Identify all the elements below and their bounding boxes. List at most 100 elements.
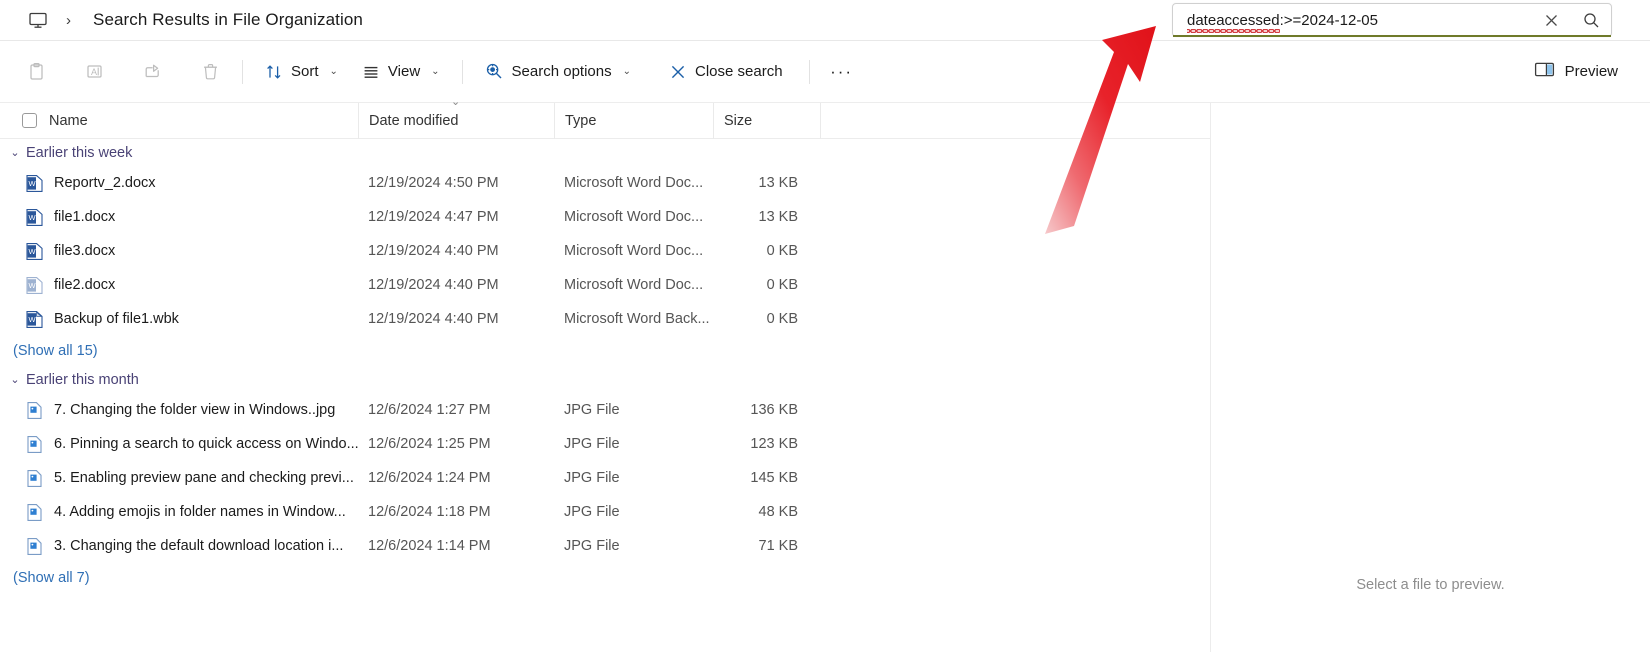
search-box[interactable]: dateaccessed:>=2024-12-05 bbox=[1172, 3, 1612, 37]
paste-icon[interactable] bbox=[14, 54, 58, 90]
file-name: file3.docx bbox=[54, 243, 116, 259]
title-bar: › Search Results in File Organization da… bbox=[0, 0, 1650, 41]
group-header-earlier-this-month[interactable]: ⌄ Earlier this month bbox=[0, 366, 1210, 393]
command-bar: A Sort ⌄ View ⌄ Search options ⌄ Close s… bbox=[0, 41, 1650, 103]
svg-text:W: W bbox=[29, 213, 37, 222]
jpg-file-icon bbox=[26, 503, 43, 522]
file-name-cell: W file1.docx bbox=[0, 208, 358, 227]
column-header-type[interactable]: Type bbox=[554, 102, 713, 139]
view-icon bbox=[362, 63, 380, 81]
group-label: Earlier this month bbox=[26, 371, 139, 388]
file-name-cell: 6. Pinning a search to quick access on W… bbox=[0, 435, 358, 454]
preview-pane: Select a file to preview. bbox=[1210, 103, 1650, 652]
svg-text:W: W bbox=[29, 281, 37, 290]
file-name: 5. Enabling preview pane and checking pr… bbox=[54, 470, 354, 486]
file-type: Microsoft Word Doc... bbox=[564, 277, 704, 293]
file-type: JPG File bbox=[564, 436, 620, 452]
chevron-down-icon: ⌄ bbox=[622, 66, 632, 77]
table-row[interactable]: W file2.docx 12/19/2024 4:40 PM Microsof… bbox=[0, 268, 1210, 302]
file-size: 0 KB bbox=[766, 277, 798, 293]
file-date: 12/19/2024 4:50 PM bbox=[368, 175, 499, 191]
file-type: JPG File bbox=[564, 402, 620, 418]
view-button[interactable]: View ⌄ bbox=[350, 54, 452, 90]
file-type: Microsoft Word Doc... bbox=[564, 209, 704, 225]
table-row[interactable]: 7. Changing the folder view in Windows..… bbox=[0, 393, 1210, 427]
chevron-down-icon[interactable]: ⌄ bbox=[6, 146, 24, 159]
jpg-file-icon bbox=[26, 401, 43, 420]
jpg-file-icon bbox=[26, 469, 43, 488]
table-row[interactable]: W Reportv_2.docx 12/19/2024 4:50 PM Micr… bbox=[0, 166, 1210, 200]
show-all-link-month[interactable]: (Show all 7) bbox=[0, 563, 1210, 593]
search-input-text[interactable]: dateaccessed:>=2024-12-05 bbox=[1187, 12, 1378, 33]
file-name-cell: W file3.docx bbox=[0, 242, 358, 261]
jpg-file-icon bbox=[26, 435, 43, 454]
clear-search-icon[interactable] bbox=[1531, 4, 1571, 36]
rename-icon[interactable]: A bbox=[72, 54, 116, 90]
column-header-size[interactable]: Size bbox=[713, 102, 820, 139]
file-name-cell: W Reportv_2.docx bbox=[0, 174, 358, 193]
close-icon bbox=[669, 63, 687, 81]
column-header-date-modified[interactable]: ⌄ Date modified bbox=[358, 96, 554, 139]
svg-text:W: W bbox=[29, 247, 37, 256]
close-search-button[interactable]: Close search bbox=[657, 54, 795, 90]
show-all-link-week[interactable]: (Show all 15) bbox=[0, 336, 1210, 366]
word-doc-icon: W bbox=[26, 174, 43, 193]
column-header-name[interactable]: Name bbox=[0, 103, 358, 139]
file-name: 7. Changing the folder view in Windows..… bbox=[54, 402, 336, 418]
file-name-cell: W Backup of file1.wbk bbox=[0, 310, 358, 329]
sort-icon bbox=[265, 63, 283, 81]
table-row[interactable]: W Backup of file1.wbk 12/19/2024 4:40 PM… bbox=[0, 302, 1210, 336]
column-header-date-label: Date modified bbox=[369, 112, 459, 129]
file-name: file1.docx bbox=[54, 209, 116, 225]
search-options-button[interactable]: Search options ⌄ bbox=[473, 54, 643, 90]
file-date: 12/19/2024 4:40 PM bbox=[368, 243, 499, 259]
svg-text:W: W bbox=[29, 179, 37, 188]
file-date: 12/19/2024 4:40 PM bbox=[368, 311, 499, 327]
table-row[interactable]: W file1.docx 12/19/2024 4:47 PM Microsof… bbox=[0, 200, 1210, 234]
file-date: 12/6/2024 1:14 PM bbox=[368, 538, 491, 554]
file-name: 4. Adding emojis in folder names in Wind… bbox=[54, 504, 346, 520]
file-type: Microsoft Word Doc... bbox=[564, 175, 704, 191]
toolbar-divider-1 bbox=[242, 59, 243, 84]
delete-icon[interactable] bbox=[188, 54, 232, 90]
file-name-cell: 5. Enabling preview pane and checking pr… bbox=[0, 469, 358, 488]
share-icon[interactable] bbox=[130, 54, 174, 90]
file-size: 0 KB bbox=[766, 243, 798, 259]
column-header-name-label: Name bbox=[49, 112, 88, 129]
file-date: 12/19/2024 4:47 PM bbox=[368, 209, 499, 225]
file-date: 12/6/2024 1:24 PM bbox=[368, 470, 491, 486]
file-type: Microsoft Word Doc... bbox=[564, 243, 704, 259]
preview-toggle-button[interactable]: Preview bbox=[1522, 54, 1630, 90]
chevron-down-icon: ⌄ bbox=[431, 66, 440, 77]
file-name: Reportv_2.docx bbox=[54, 175, 156, 191]
chevron-down-icon[interactable]: ⌄ bbox=[6, 373, 24, 386]
monitor-icon bbox=[26, 8, 50, 32]
column-header-type-label: Type bbox=[565, 112, 597, 129]
file-name: 3. Changing the default download locatio… bbox=[54, 538, 344, 554]
file-date: 12/6/2024 1:27 PM bbox=[368, 402, 491, 418]
search-icon[interactable] bbox=[1571, 4, 1611, 36]
file-name: 6. Pinning a search to quick access on W… bbox=[54, 436, 358, 452]
preview-empty-message: Select a file to preview. bbox=[1356, 577, 1505, 593]
table-row[interactable]: 6. Pinning a search to quick access on W… bbox=[0, 427, 1210, 461]
column-header-size-label: Size bbox=[724, 112, 753, 129]
search-options-icon bbox=[485, 62, 504, 81]
word-doc-icon: W bbox=[26, 242, 43, 261]
file-size: 13 KB bbox=[758, 209, 799, 225]
group-header-earlier-this-week[interactable]: ⌄ Earlier this week bbox=[0, 139, 1210, 166]
word-backup-icon: W bbox=[26, 310, 43, 329]
file-name-cell: 7. Changing the folder view in Windows..… bbox=[0, 401, 358, 420]
table-row[interactable]: 3. Changing the default download locatio… bbox=[0, 529, 1210, 563]
file-name: Backup of file1.wbk bbox=[54, 311, 179, 327]
select-all-checkbox[interactable] bbox=[22, 113, 37, 128]
table-row[interactable]: 4. Adding emojis in folder names in Wind… bbox=[0, 495, 1210, 529]
sort-button[interactable]: Sort ⌄ bbox=[253, 54, 350, 90]
view-label: View bbox=[387, 63, 421, 80]
file-type: Microsoft Word Back... bbox=[564, 311, 710, 327]
breadcrumb[interactable]: Search Results in File Organization bbox=[93, 10, 363, 30]
more-options-button[interactable]: ··· bbox=[820, 54, 864, 90]
table-row[interactable]: 5. Enabling preview pane and checking pr… bbox=[0, 461, 1210, 495]
close-search-label: Close search bbox=[695, 63, 783, 80]
file-type: JPG File bbox=[564, 504, 620, 520]
table-row[interactable]: W file3.docx 12/19/2024 4:40 PM Microsof… bbox=[0, 234, 1210, 268]
